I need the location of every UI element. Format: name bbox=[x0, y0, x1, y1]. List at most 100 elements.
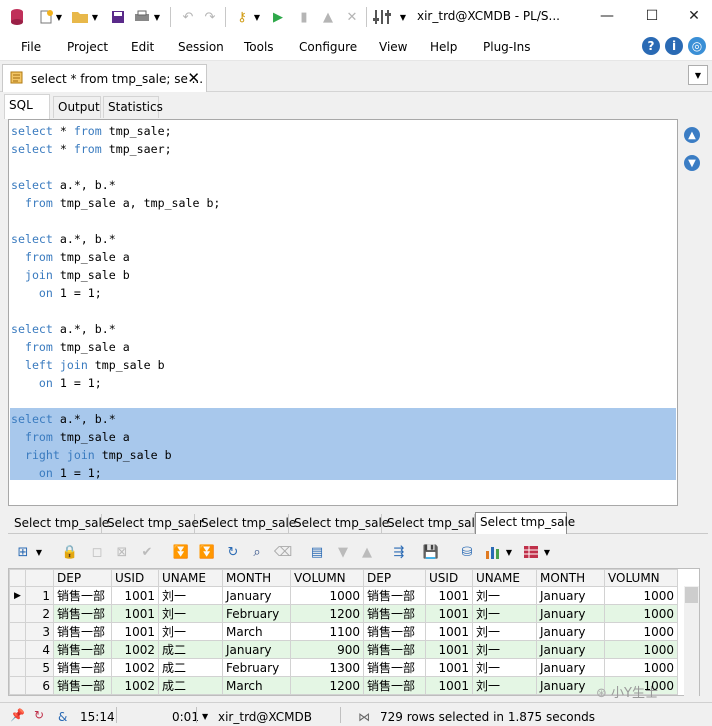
status-connection[interactable]: xir_trd@XCMDB bbox=[218, 710, 312, 724]
table-cell[interactable]: February bbox=[222, 604, 291, 623]
table-cell[interactable]: January bbox=[536, 694, 605, 695]
table-cell[interactable]: 销售一部 bbox=[53, 640, 112, 659]
table-cell[interactable]: 销售一部 bbox=[363, 694, 426, 695]
table-cell[interactable]: 1100 bbox=[290, 694, 364, 695]
minimize-button[interactable]: — bbox=[592, 4, 622, 28]
table-cell[interactable]: 1001 bbox=[425, 640, 473, 659]
close-button[interactable]: ✕ bbox=[679, 4, 709, 28]
table-cell[interactable]: 成二 bbox=[158, 676, 223, 695]
chevron-down-icon[interactable]: ▼ bbox=[252, 7, 262, 27]
key-icon[interactable]: ⚷ bbox=[232, 7, 252, 27]
table-row[interactable]: 6 销售一部 1002 成二 March 1200 销售一部 1001 刘一 January 100… bbox=[9, 676, 678, 695]
table-cell[interactable]: 900 bbox=[290, 640, 364, 659]
table-cell[interactable]: 销售一部 bbox=[363, 640, 426, 659]
table-cell[interactable]: 1001 bbox=[425, 658, 473, 677]
table-cell[interactable]: 1000 bbox=[290, 586, 364, 605]
tab-statistics[interactable]: Statistics bbox=[103, 96, 163, 118]
last-page-icon[interactable]: ⏬ bbox=[198, 543, 216, 561]
chevron-down-icon[interactable]: ▼ bbox=[152, 7, 162, 27]
table-cell[interactable]: 1001 bbox=[425, 694, 473, 695]
table-row[interactable]: 2 销售一部 1001 刘一 February 1200 销售一部 1001 刘一 January… bbox=[9, 604, 678, 623]
commit-icon[interactable]: ▲ bbox=[318, 7, 338, 27]
column-header[interactable]: USID bbox=[111, 569, 159, 587]
arrow-down-icon[interactable]: ▼ bbox=[684, 155, 700, 171]
next-page-icon[interactable]: ⏬ bbox=[172, 543, 190, 561]
result-tab-4[interactable]: Select tmp_sale bbox=[290, 514, 389, 534]
table-cell[interactable]: 刘一 bbox=[158, 586, 223, 605]
chevron-down-icon[interactable]: ▼ bbox=[504, 543, 514, 561]
table-cell[interactable]: 销售一部 bbox=[363, 586, 426, 605]
sql-editor[interactable]: select * from tmp_sale; select * from tmp… bbox=[8, 119, 678, 506]
column-header[interactable]: MONTH bbox=[222, 569, 291, 587]
result-tab-6[interactable]: Select tmp_sale bbox=[475, 512, 575, 534]
table-cell[interactable]: 销售一部 bbox=[53, 622, 112, 641]
document-tab[interactable]: select * from tmp_sale; se ... ✕ bbox=[2, 64, 207, 92]
table-cell[interactable]: 1001 bbox=[425, 586, 473, 605]
new-file-icon[interactable] bbox=[36, 7, 56, 27]
chart-icon[interactable] bbox=[484, 543, 502, 561]
export-icon[interactable]: ⛁ bbox=[458, 543, 476, 561]
column-header[interactable]: UNAME bbox=[158, 569, 223, 587]
table-cell[interactable]: 销售一部 bbox=[53, 676, 112, 695]
result-tab-3[interactable]: Select tmp_sale bbox=[197, 514, 296, 534]
refresh-icon[interactable]: ↻ bbox=[224, 543, 242, 561]
query-by-example-icon[interactable]: ▤ bbox=[308, 543, 326, 561]
table-cell[interactable]: January bbox=[222, 694, 291, 695]
menu-file[interactable]: File bbox=[21, 40, 41, 54]
table-cell[interactable]: 1000 bbox=[604, 586, 678, 605]
menu-session[interactable]: Session bbox=[178, 40, 224, 54]
table-row[interactable]: 4 销售一部 1002 成二 January 900 销售一部 1001 刘一 January 10… bbox=[9, 640, 678, 659]
column-header[interactable]: VOLUMN bbox=[290, 569, 364, 587]
table-cell[interactable]: 销售一部 bbox=[363, 676, 426, 695]
column-header[interactable]: DEP bbox=[363, 569, 426, 587]
table-cell[interactable]: 1002 bbox=[111, 640, 159, 659]
table-cell[interactable]: 销售一部 bbox=[363, 604, 426, 623]
result-tab-2[interactable]: Select tmp_saer bbox=[103, 514, 204, 534]
close-icon[interactable]: ✕ bbox=[187, 69, 200, 87]
menu-help[interactable]: Help bbox=[430, 40, 457, 54]
open-folder-icon[interactable] bbox=[70, 7, 90, 27]
table-cell[interactable]: 销售一部 bbox=[363, 622, 426, 641]
chevron-down-icon[interactable]: ▼ bbox=[398, 7, 408, 27]
rollback-icon[interactable]: ✕ bbox=[342, 7, 362, 27]
delete-record-icon[interactable]: ⊠ bbox=[113, 543, 131, 561]
save-icon[interactable] bbox=[108, 7, 128, 27]
table-cell[interactable]: 1001 bbox=[111, 604, 159, 623]
table-cell[interactable]: March bbox=[222, 622, 291, 641]
globe-icon[interactable]: ◎ bbox=[688, 37, 706, 55]
table-cell[interactable]: March bbox=[222, 676, 291, 695]
table-cell[interactable]: 刘一 bbox=[472, 658, 537, 677]
table-cell[interactable]: 刘一 bbox=[472, 586, 537, 605]
table-cell[interactable]: 1001 bbox=[425, 622, 473, 641]
table-cell[interactable]: February bbox=[222, 658, 291, 677]
find-icon[interactable]: ⌕ bbox=[248, 543, 266, 561]
maximize-button[interactable]: ☐ bbox=[637, 4, 667, 28]
table-cell[interactable]: 1003 bbox=[111, 694, 159, 695]
next-icon[interactable]: ▲ bbox=[358, 543, 376, 561]
table-cell[interactable]: 刘一 bbox=[472, 640, 537, 659]
result-tab-5[interactable]: Select tmp_sale bbox=[383, 514, 482, 534]
table-cell[interactable]: January bbox=[536, 640, 605, 659]
table-cell[interactable]: 销售一部 bbox=[53, 658, 112, 677]
table-cell[interactable]: January bbox=[536, 622, 605, 641]
result-grid[interactable]: DEP USID UNAME MONTH VOLUMN DEP USID UNAME MONTH… bbox=[8, 568, 700, 696]
table-row[interactable]: 3 销售一部 1001 刘一 March 1100 销售一部 1001 刘一 January 100… bbox=[9, 622, 678, 641]
table-cell[interactable]: 1001 bbox=[425, 676, 473, 695]
column-header[interactable]: UNAME bbox=[472, 569, 537, 587]
export-save-icon[interactable]: 💾 bbox=[422, 543, 440, 561]
table-cell[interactable]: 张三 bbox=[158, 694, 223, 695]
table-cell[interactable]: 1300 bbox=[290, 658, 364, 677]
table-cell[interactable]: 1002 bbox=[111, 658, 159, 677]
table-cell[interactable]: January bbox=[536, 604, 605, 623]
info-icon[interactable]: i bbox=[665, 37, 683, 55]
result-tab-1[interactable]: Select tmp_sale bbox=[10, 514, 109, 534]
refresh-connection-icon[interactable]: ↻ bbox=[34, 708, 44, 722]
tab-list-dropdown[interactable]: ▼ bbox=[688, 65, 708, 85]
chevron-down-icon[interactable]: ▼ bbox=[542, 543, 552, 561]
column-header[interactable]: MONTH bbox=[536, 569, 605, 587]
menu-configure[interactable]: Configure bbox=[299, 40, 357, 54]
column-header[interactable]: VOLUMN bbox=[604, 569, 678, 587]
tab-sql[interactable]: SQL bbox=[4, 94, 50, 119]
table-cell[interactable]: 1000 bbox=[604, 658, 678, 677]
menu-edit[interactable]: Edit bbox=[131, 40, 154, 54]
